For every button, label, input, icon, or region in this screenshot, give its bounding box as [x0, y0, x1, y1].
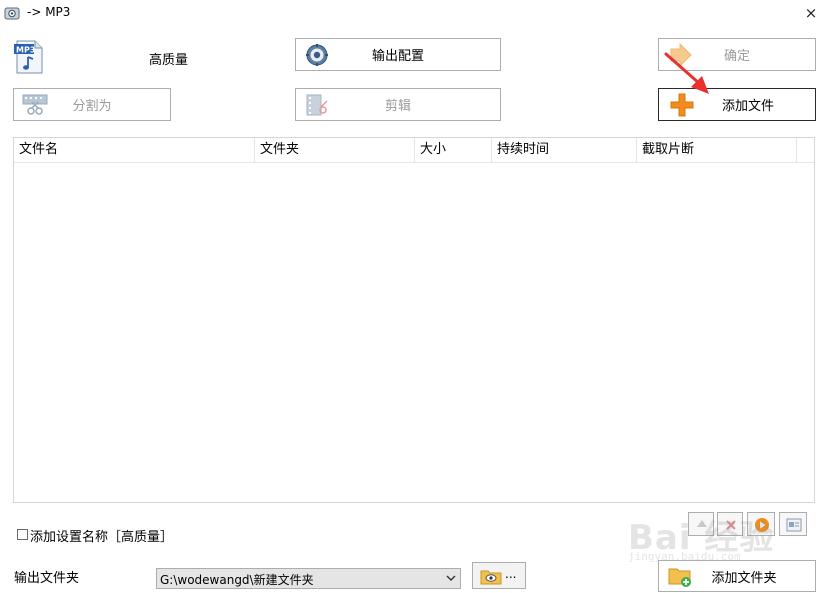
split-button[interactable]: 分割为 [13, 88, 171, 121]
folder-add-icon [668, 568, 691, 587]
add-setting-name-checkbox[interactable] [17, 529, 28, 540]
browse-label: ... [505, 567, 517, 581]
title-bar: -> MP3 × [0, 0, 822, 26]
file-list-header: 文件名 文件夹 大小 持续时间 截取片断 [14, 138, 814, 163]
column-header-duration[interactable]: 持续时间 [492, 138, 637, 162]
media-info-icon [786, 518, 802, 532]
annotation-arrow-icon [664, 52, 709, 94]
info-button[interactable] [779, 512, 807, 536]
chevron-down-icon [446, 575, 456, 581]
output-folder-value: G:\wodewangd\新建文件夹 [160, 573, 314, 587]
browse-folder-button[interactable]: ... [472, 562, 526, 589]
output-config-button[interactable]: 输出配置 [295, 38, 501, 71]
quality-label: 高质量 [149, 53, 189, 68]
window-title: -> MP3 [27, 5, 71, 19]
edit-label: 剪辑 [384, 99, 411, 114]
film-edit-icon [306, 94, 328, 115]
column-header-size[interactable]: 大小 [415, 138, 492, 162]
column-header-clip[interactable]: 截取片断 [637, 138, 797, 162]
gear-icon [306, 43, 328, 66]
column-header-filename[interactable]: 文件名 [14, 138, 255, 162]
column-header-folder[interactable]: 文件夹 [255, 138, 415, 162]
confirm-label: 确定 [723, 49, 750, 64]
file-list[interactable]: 文件名 文件夹 大小 持续时间 截取片断 [13, 137, 815, 503]
output-folder-select[interactable]: G:\wodewangd\新建文件夹 [156, 568, 461, 589]
output-folder-label: 输出文件夹 [14, 571, 80, 586]
scissors-film-icon [22, 94, 48, 115]
add-setting-name-label: 添加设置名称［高质量］ [30, 530, 174, 545]
close-button[interactable]: × [800, 2, 822, 24]
split-label: 分割为 [72, 99, 112, 114]
edit-button[interactable]: 剪辑 [295, 88, 501, 121]
app-icon [4, 7, 20, 20]
mp3-icon-text: MP3 [16, 46, 35, 55]
mp3-file-icon: MP3 [14, 40, 43, 74]
folder-eye-icon [480, 570, 502, 585]
output-config-label: 输出配置 [371, 49, 424, 64]
add-folder-label: 添加文件夹 [711, 570, 777, 586]
add-folder-button[interactable]: 添加文件夹 [658, 560, 816, 592]
